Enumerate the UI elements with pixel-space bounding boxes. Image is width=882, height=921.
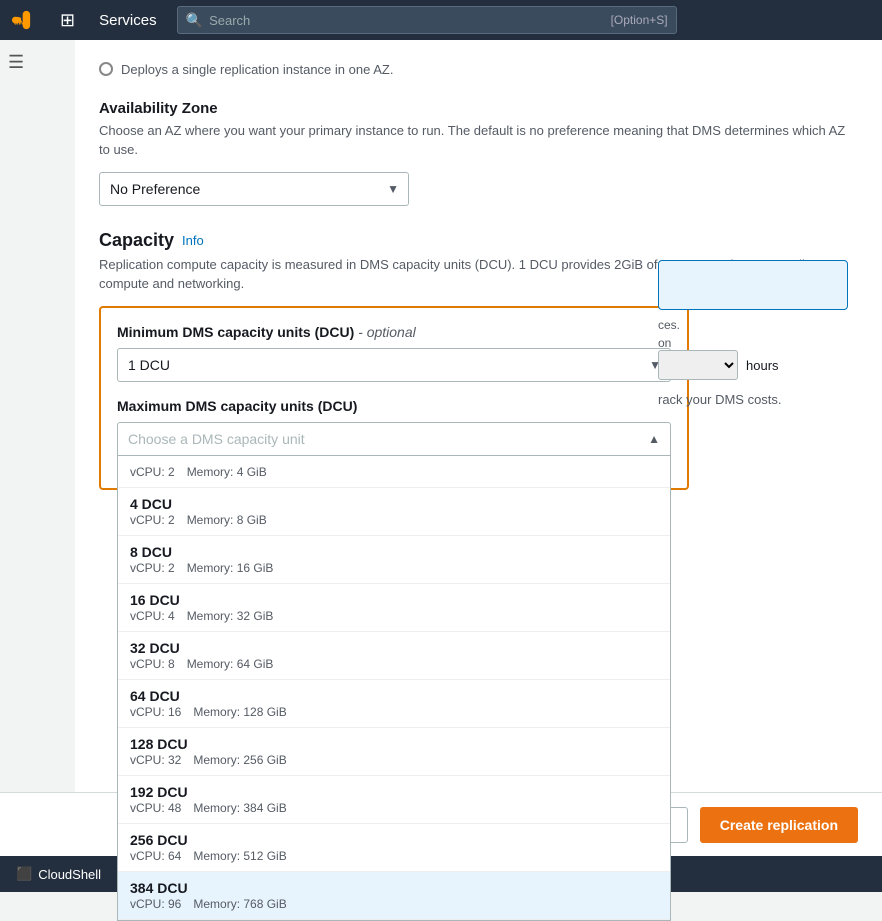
dcu-128-memory: Memory: 256 GiB: [193, 753, 286, 767]
dcu-32-memory: Memory: 64 GiB: [187, 657, 274, 671]
dcu-dropdown-list: vCPU: 2 Memory: 4 GiB 4 DCU vCPU: 2 Memo…: [117, 456, 671, 921]
single-az-radio[interactable]: [99, 62, 113, 76]
dcu-256-memory: Memory: 512 GiB: [193, 849, 286, 863]
dcu-2-memory: Memory: 4 GiB: [187, 465, 267, 479]
main-content: Deploys a single replication instance in…: [75, 40, 882, 856]
svg-text:aws: aws: [14, 17, 28, 26]
dcu-item-16dcu[interactable]: 16 DCU vCPU: 4 Memory: 32 GiB: [118, 584, 670, 632]
right-track-text: rack your DMS costs.: [658, 392, 858, 407]
right-ces-text: ces.: [658, 318, 858, 332]
dcu-item-128dcu[interactable]: 128 DCU vCPU: 32 Memory: 256 GiB: [118, 728, 670, 776]
hours-label: hours: [746, 358, 779, 373]
dcu-item-64dcu[interactable]: 64 DCU vCPU: 16 Memory: 128 GiB: [118, 680, 670, 728]
max-dcu-subsection: Maximum DMS capacity units (DCU) Choose …: [117, 398, 671, 456]
dcu-192-memory: Memory: 384 GiB: [193, 801, 286, 815]
dcu-2-vcpu: vCPU: 2: [130, 465, 175, 479]
dcu-4-label: 4 DCU: [130, 496, 658, 512]
az-subdesc: Choose an AZ where you want your primary…: [99, 121, 858, 160]
right-input-row: hours: [658, 350, 858, 380]
dcu-item-32dcu[interactable]: 32 DCU vCPU: 8 Memory: 64 GiB: [118, 632, 670, 680]
dcu-64-memory: Memory: 128 GiB: [193, 705, 286, 719]
search-input[interactable]: [209, 13, 605, 28]
dcu-256-label: 256 DCU: [130, 832, 658, 848]
max-dcu-dropdown-container: Choose a DMS capacity unit ▲ vCPU: 2 Mem…: [117, 422, 671, 456]
dcu-8-vcpu: vCPU: 2: [130, 561, 175, 575]
dcu-item-192dcu[interactable]: 192 DCU vCPU: 48 Memory: 384 GiB: [118, 776, 670, 824]
sidebar-toggle[interactable]: ☰: [8, 52, 24, 73]
single-az-desc: Deploys a single replication instance in…: [121, 60, 393, 80]
grid-icon[interactable]: ⊞: [56, 6, 79, 35]
min-dcu-subsection: Minimum DMS capacity units (DCU) - optio…: [117, 324, 671, 382]
create-replication-button[interactable]: Create replication: [700, 807, 858, 843]
cloudshell-icon: ⬛: [16, 866, 32, 882]
aws-logo[interactable]: aws: [12, 4, 44, 36]
cloudshell-button[interactable]: ⬛ CloudShell: [16, 866, 101, 882]
right-on-text: on: [658, 336, 858, 350]
dcu-8-label: 8 DCU: [130, 544, 658, 560]
capacity-title: Capacity: [99, 230, 174, 251]
right-blue-box: [658, 260, 848, 310]
capacity-box: Minimum DMS capacity units (DCU) - optio…: [99, 306, 689, 490]
dcu-32-vcpu: vCPU: 8: [130, 657, 175, 671]
availability-zone-section: Availability Zone Choose an AZ where you…: [99, 100, 858, 206]
capacity-header: Capacity Info: [99, 230, 858, 251]
max-dcu-placeholder: Choose a DMS capacity unit: [128, 431, 305, 447]
right-select[interactable]: [658, 350, 738, 380]
az-dropdown[interactable]: No Preference: [99, 172, 409, 206]
min-dcu-dropdown-container: 1 DCU ▼: [117, 348, 671, 382]
dcu-4-memory: Memory: 8 GiB: [187, 513, 267, 527]
max-dcu-label: Maximum DMS capacity units (DCU): [117, 398, 671, 414]
max-dcu-arrow: ▲: [648, 432, 660, 446]
search-bar[interactable]: 🔍 [Option+S]: [177, 6, 677, 34]
min-dcu-dropdown[interactable]: 1 DCU: [117, 348, 671, 382]
dcu-32-label: 32 DCU: [130, 640, 658, 656]
dcu-256-vcpu: vCPU: 64: [130, 849, 181, 863]
dcu-item-2dcu[interactable]: vCPU: 2 Memory: 4 GiB: [118, 456, 670, 488]
dcu-16-label: 16 DCU: [130, 592, 658, 608]
dcu-384-memory: Memory: 768 GiB: [193, 897, 286, 911]
az-dropdown-value: No Preference: [110, 181, 200, 197]
dcu-192-label: 192 DCU: [130, 784, 658, 800]
dcu-8-memory: Memory: 16 GiB: [187, 561, 274, 575]
dcu-4-vcpu: vCPU: 2: [130, 513, 175, 527]
optional-text: - optional: [358, 324, 416, 340]
dcu-item-4dcu[interactable]: 4 DCU vCPU: 2 Memory: 8 GiB: [118, 488, 670, 536]
dcu-384-vcpu: vCPU: 96: [130, 897, 181, 911]
dcu-64-vcpu: vCPU: 16: [130, 705, 181, 719]
az-label: Availability Zone: [99, 100, 858, 117]
min-dcu-value: 1 DCU: [128, 357, 170, 373]
dcu-192-vcpu: vCPU: 48: [130, 801, 181, 815]
right-panel: ces. on hours rack your DMS costs.: [658, 260, 858, 407]
search-shortcut: [Option+S]: [611, 13, 668, 27]
dcu-384-label: 384 DCU: [130, 880, 658, 896]
dcu-128-label: 128 DCU: [130, 736, 658, 752]
dcu-128-vcpu: vCPU: 32: [130, 753, 181, 767]
cloudshell-label: CloudShell: [38, 867, 101, 882]
capacity-info-link[interactable]: Info: [182, 233, 204, 248]
dcu-16-vcpu: vCPU: 4: [130, 609, 175, 623]
services-nav[interactable]: Services: [91, 8, 165, 33]
dcu-item-384dcu[interactable]: 384 DCU vCPU: 96 Memory: 768 GiB: [118, 872, 670, 920]
search-icon: 🔍: [186, 12, 203, 29]
max-dcu-trigger[interactable]: Choose a DMS capacity unit ▲: [117, 422, 671, 456]
dcu-item-8dcu[interactable]: 8 DCU vCPU: 2 Memory: 16 GiB: [118, 536, 670, 584]
dcu-64-label: 64 DCU: [130, 688, 658, 704]
single-az-section: Deploys a single replication instance in…: [99, 60, 858, 80]
dcu-item-256dcu[interactable]: 256 DCU vCPU: 64 Memory: 512 GiB: [118, 824, 670, 872]
az-dropdown-container: No Preference ▼: [99, 172, 409, 206]
min-dcu-label: Minimum DMS capacity units (DCU) - optio…: [117, 324, 671, 340]
top-navigation: aws ⊞ Services 🔍 [Option+S]: [0, 0, 882, 40]
dcu-16-memory: Memory: 32 GiB: [187, 609, 274, 623]
